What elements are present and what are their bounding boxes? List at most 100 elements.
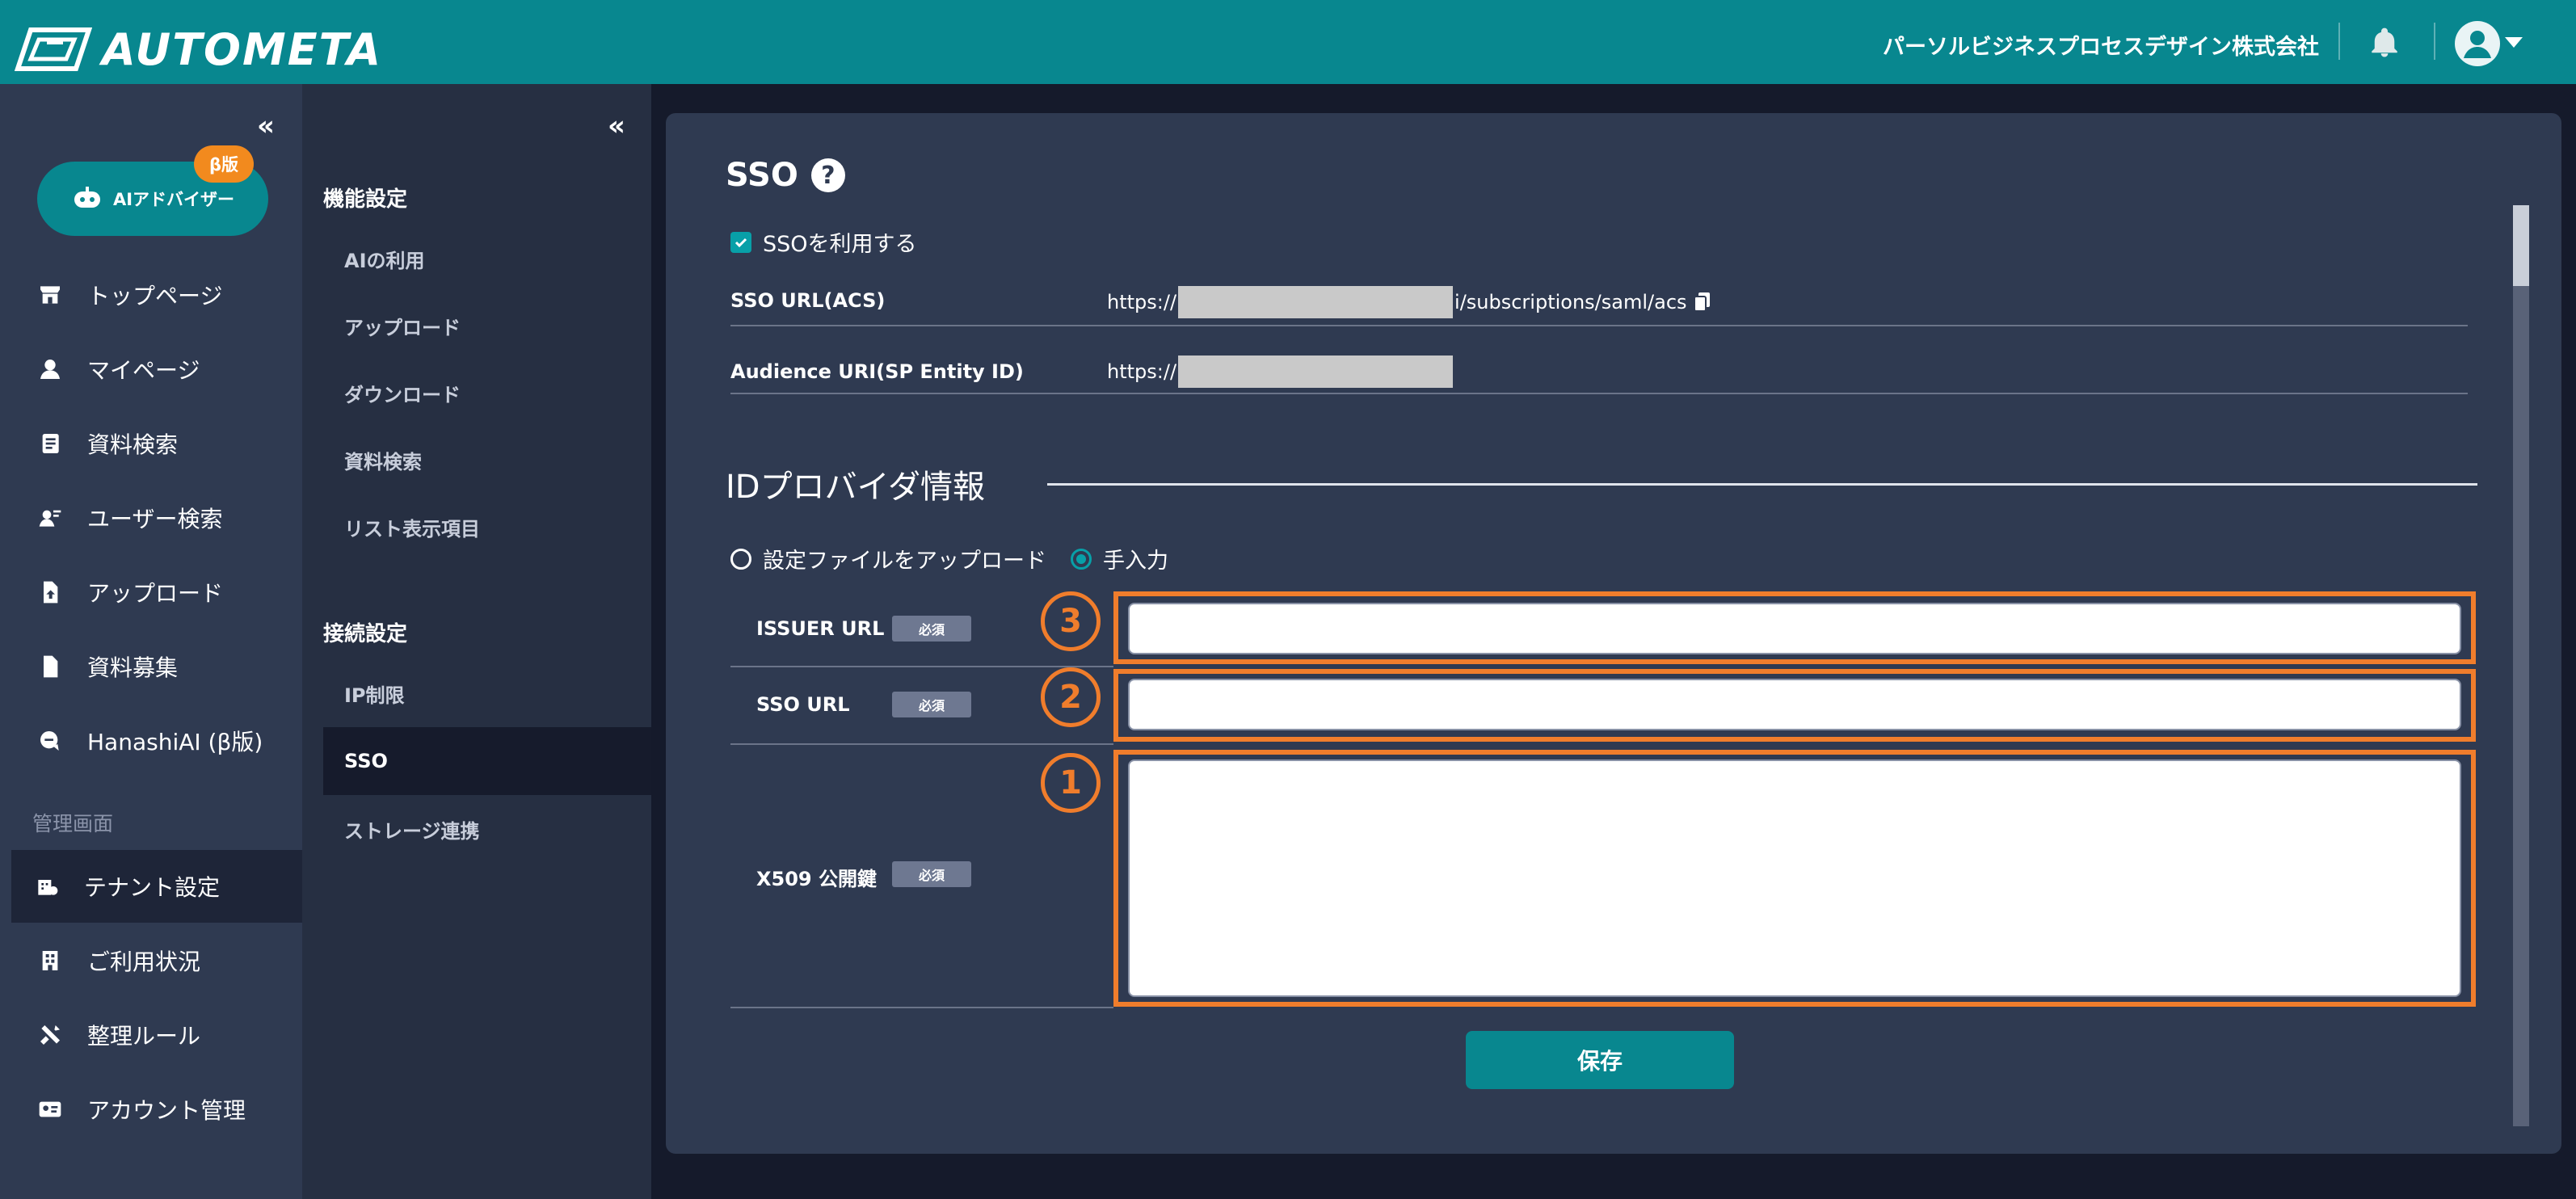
function-settings-heading: 機能設定 (323, 187, 408, 212)
radio-upload-file-label: 設定ファイルをアップロード (763, 549, 1046, 574)
step-badge-2: 2 (1041, 667, 1101, 727)
id-card-icon (39, 1101, 61, 1117)
collapse-sub-sidebar-icon[interactable]: « (608, 110, 625, 142)
sidebar-item-hanashiai[interactable]: HanashiAI (β版) (11, 705, 302, 777)
sidebar-item-label: アカウント管理 (87, 1097, 246, 1124)
check-icon (734, 238, 747, 247)
sidebar-item-label: 整理ルール (87, 1023, 201, 1050)
main-sidebar: « AIアドバイザー β版 トップページ マイページ 資料検索 ユーザー検索 ア… (0, 84, 302, 1199)
store-icon (40, 286, 60, 304)
sidebar-item-document-request[interactable]: 資料募集 (11, 630, 302, 703)
sso-url-input[interactable] (1128, 679, 2461, 730)
row-divider (730, 325, 2468, 326)
user-avatar-icon[interactable] (2455, 21, 2500, 66)
building-settings-icon (38, 880, 58, 895)
help-icon[interactable]: ? (810, 158, 845, 192)
required-badge: 必須 (892, 692, 971, 717)
sso-settings-card: SSO ? SSOを利用する SSO URL(ACS) https:// i/s… (666, 113, 2561, 1154)
redacted-block (1178, 286, 1454, 318)
use-sso-checkbox[interactable] (730, 231, 751, 253)
sidebar-item-label: テナント設定 (84, 874, 221, 901)
user-search-icon (39, 510, 61, 527)
document-search-icon (42, 434, 59, 453)
sidebar-item-upload[interactable]: アップロード (11, 556, 302, 629)
x509-public-key-textarea[interactable] (1128, 759, 2461, 997)
url-prefix: https:// (1107, 291, 1177, 313)
sidebar-item-label: 資料募集 (87, 654, 179, 681)
required-badge: 必須 (892, 616, 971, 642)
step-badge-1: 1 (1041, 753, 1101, 813)
audience-uri-value: https:// (1107, 355, 1454, 388)
idp-info-heading: IDプロバイダ情報 (726, 469, 985, 506)
sidebar-item-label: ユーザー検索 (87, 506, 223, 532)
autometa-logo[interactable]: AUTOMETA (15, 21, 382, 78)
sub-item-list-display-items[interactable]: リスト表示項目 (323, 493, 651, 561)
redacted-block (1178, 355, 1454, 388)
sub-item-ip-restriction[interactable]: IP制限 (323, 659, 651, 727)
sub-item-upload[interactable]: アップロード (323, 292, 651, 360)
radio-upload-file[interactable] (730, 548, 751, 570)
chat-icon (40, 731, 59, 751)
top-header: AUTOMETA パーソルビジネスプロセスデザイン株式会社 (0, 0, 2576, 84)
save-button[interactable]: 保存 (1466, 1031, 1734, 1089)
scrollbar-thumb[interactable] (2513, 205, 2529, 286)
sub-item-storage-integration[interactable]: ストレージ連携 (323, 795, 651, 863)
row-divider (730, 666, 1113, 667)
person-icon (40, 360, 60, 379)
robot-icon (74, 187, 100, 208)
row-divider (730, 743, 1113, 745)
sidebar-item-account-management[interactable]: アカウント管理 (11, 1073, 302, 1146)
issuer-url-label: ISSUER URL (756, 617, 885, 640)
issuer-url-input[interactable] (1128, 603, 2461, 654)
sso-url-acs-label: SSO URL(ACS) (730, 289, 886, 312)
collapse-sidebar-icon[interactable]: « (257, 110, 275, 142)
row-divider (730, 393, 2468, 394)
sidebar-item-document-search[interactable]: 資料検索 (11, 407, 302, 480)
idp-input-mode-group: 設定ファイルをアップロード 手入力 (730, 543, 1168, 574)
url-prefix: https:// (1107, 360, 1177, 383)
sidebar-item-organize-rules[interactable]: 整理ルール (11, 999, 302, 1071)
company-name: パーソルビジネスプロセスデザイン株式会社 (1883, 35, 2319, 60)
header-divider (2338, 23, 2340, 60)
radio-manual-input[interactable] (1071, 548, 1092, 570)
sidebar-item-my-page[interactable]: マイページ (11, 333, 302, 406)
step-badge-3: 3 (1041, 591, 1101, 651)
logo-mark-icon (15, 27, 92, 71)
sso-url-acs-value: https:// i/subscriptions/saml/acs (1107, 286, 1711, 318)
file-icon (44, 655, 58, 678)
sidebar-item-user-search[interactable]: ユーザー検索 (11, 482, 302, 554)
page-title: SSO ? (726, 157, 845, 194)
beta-badge: β版 (194, 145, 254, 183)
admin-section-label: 管理画面 (32, 812, 114, 835)
brand-name: AUTOMETA (102, 23, 383, 75)
sidebar-item-usage[interactable]: ご利用状況 (11, 924, 302, 997)
use-sso-label: SSOを利用する (763, 232, 917, 257)
use-sso-checkbox-row[interactable]: SSOを利用する (730, 226, 917, 258)
row-divider (730, 1007, 1113, 1008)
sub-item-sso[interactable]: SSO (323, 727, 651, 795)
chevron-down-icon[interactable] (2505, 37, 2523, 48)
sso-url-label: SSO URL (756, 693, 850, 716)
header-divider (2434, 23, 2435, 60)
ai-advisor-label: AIアドバイザー (112, 190, 235, 209)
scrollbar[interactable] (2513, 205, 2529, 1126)
sidebar-item-label: トップページ (87, 283, 223, 309)
settings-sub-sidebar: « 機能設定 AIの利用 アップロード ダウンロード 資料検索 リスト表示項目 … (302, 84, 651, 1199)
sidebar-item-label: マイページ (87, 357, 200, 384)
sidebar-item-label: アップロード (87, 580, 224, 607)
audience-uri-label: Audience URI(SP Entity ID) (730, 360, 1024, 383)
sub-item-document-search[interactable]: 資料検索 (323, 426, 651, 494)
tools-icon (40, 1025, 60, 1045)
copy-icon[interactable] (1693, 292, 1711, 313)
sub-item-download[interactable]: ダウンロード (323, 359, 651, 427)
x509-public-key-label: X509 公開鍵 (756, 868, 877, 890)
bell-icon[interactable] (2368, 26, 2401, 60)
page-title-text: SSO (726, 157, 798, 194)
sidebar-item-label: HanashiAI (β版) (87, 729, 263, 755)
sidebar-item-label: ご利用状況 (87, 949, 201, 975)
sidebar-item-top-page[interactable]: トップページ (11, 259, 302, 331)
sub-item-ai-usage[interactable]: AIの利用 (323, 225, 651, 292)
sidebar-item-label: 資料検索 (87, 431, 179, 458)
sidebar-item-tenant-settings[interactable]: テナント設定 (11, 850, 302, 923)
connection-settings-heading: 接続設定 (323, 622, 408, 646)
